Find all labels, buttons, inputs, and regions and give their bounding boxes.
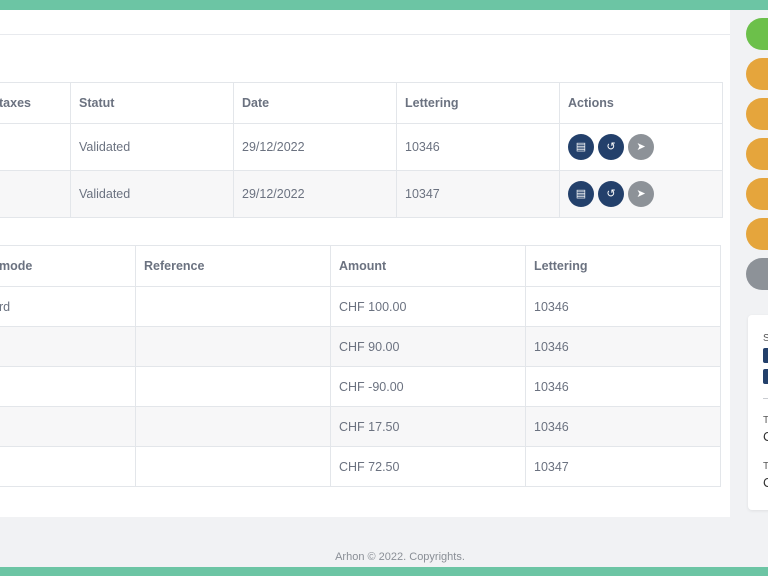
col-amount: Amount: [330, 245, 526, 287]
col-taxes: taxes: [0, 82, 71, 124]
cell-lettering: 10346: [396, 123, 560, 171]
col-statut: Statut: [70, 82, 234, 124]
table-row: Validated 29/12/2022 10346 ▤ ↺ ➤: [0, 123, 723, 171]
table-row: CHF 90.00 10346: [0, 326, 721, 367]
cell-lettering: 10346: [525, 406, 721, 447]
cell-amount: CHF 17.50: [330, 406, 526, 447]
col-reference: Reference: [135, 245, 331, 287]
cell-reference: [135, 326, 331, 367]
send-icon[interactable]: ➤: [628, 181, 654, 207]
table-row: CHF 17.50 10346: [0, 406, 721, 447]
cell-date: 29/12/2022: [233, 123, 397, 171]
summary-label: S: [763, 333, 768, 344]
status-pill-green[interactable]: [746, 18, 768, 50]
card-divider: [0, 34, 730, 35]
document-icon[interactable]: ▤: [568, 134, 594, 160]
payments-table: mode Reference Amount Lettering rd CHF 1…: [0, 245, 721, 487]
cell-mode: [0, 406, 136, 447]
col-mode: mode: [0, 245, 136, 287]
summary-divider: [763, 398, 768, 399]
status-pill-orange[interactable]: [746, 98, 768, 130]
status-pill-orange[interactable]: [746, 138, 768, 170]
send-icon[interactable]: ➤: [628, 134, 654, 160]
cell-reference: [135, 406, 331, 447]
status-pill-orange[interactable]: [746, 178, 768, 210]
cell-reference: [135, 286, 331, 327]
document-icon[interactable]: ▤: [568, 181, 594, 207]
col-lettering: Lettering: [396, 82, 560, 124]
top-accent-bar: [0, 0, 768, 10]
table-row: rd CHF 100.00 10346: [0, 286, 721, 327]
summary-value: C: [763, 475, 768, 490]
invoices-header-row: taxes Statut Date Lettering Actions: [0, 82, 723, 124]
cell-amount: CHF 72.50: [330, 446, 526, 487]
cell-reference: [135, 446, 331, 487]
cell-mode: rd: [0, 286, 136, 327]
summary-label: T: [763, 461, 768, 472]
undo-icon[interactable]: ↺: [598, 181, 624, 207]
summary-value: C: [763, 429, 768, 444]
cell-mode: [0, 326, 136, 367]
cell-amount: CHF 100.00: [330, 286, 526, 327]
cell-reference: [135, 366, 331, 407]
cell-actions: ▤ ↺ ➤: [559, 170, 723, 218]
status-pill-orange[interactable]: [746, 218, 768, 250]
undo-icon[interactable]: ↺: [598, 134, 624, 160]
cell-lettering: 10347: [525, 446, 721, 487]
payments-header-row: mode Reference Amount Lettering: [0, 245, 721, 287]
status-pill-grey[interactable]: [746, 258, 768, 290]
col-date: Date: [233, 82, 397, 124]
cell-mode: [0, 446, 136, 487]
table-row: CHF 72.50 10347: [0, 446, 721, 487]
cell-lettering: 10346: [525, 366, 721, 407]
summary-card: S T C T C: [748, 315, 768, 510]
cell-lettering: 10346: [525, 286, 721, 327]
table-row: Validated 29/12/2022 10347 ▤ ↺ ➤: [0, 170, 723, 218]
col-actions: Actions: [559, 82, 723, 124]
cell-taxes: [0, 170, 71, 218]
cell-actions: ▤ ↺ ➤: [559, 123, 723, 171]
invoices-table: taxes Statut Date Lettering Actions Vali…: [0, 82, 723, 218]
cell-amount: CHF 90.00: [330, 326, 526, 367]
cell-status: Validated: [70, 123, 234, 171]
cell-lettering: 10347: [396, 170, 560, 218]
table-row: CHF -90.00 10346: [0, 366, 721, 407]
cell-amount: CHF -90.00: [330, 366, 526, 407]
bottom-accent-bar: [0, 567, 768, 576]
col-lettering: Lettering: [525, 245, 721, 287]
cell-date: 29/12/2022: [233, 170, 397, 218]
cell-taxes: [0, 123, 71, 171]
cell-mode: [0, 366, 136, 407]
cell-lettering: 10346: [525, 326, 721, 367]
footer-copyright: Arhon © 2022. Copyrights.: [335, 551, 465, 563]
summary-label: T: [763, 415, 768, 426]
cell-status: Validated: [70, 170, 234, 218]
summary-button[interactable]: [763, 369, 768, 384]
status-pill-orange[interactable]: [746, 58, 768, 90]
summary-button[interactable]: [763, 348, 768, 363]
